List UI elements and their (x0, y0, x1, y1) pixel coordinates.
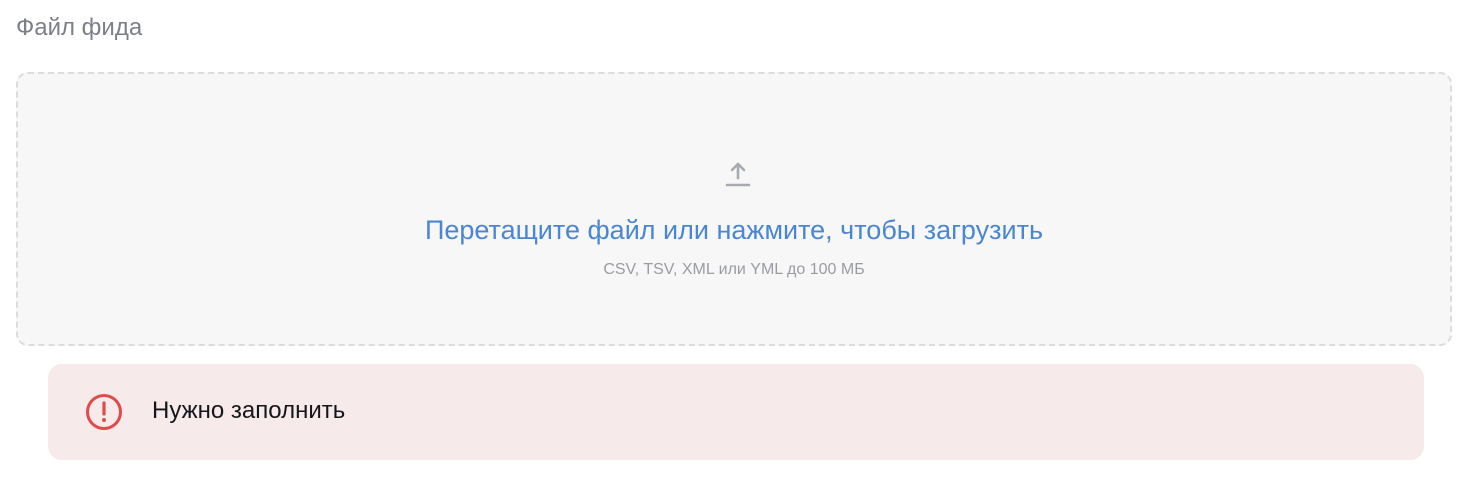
error-banner: Нужно заполнить (48, 364, 1424, 460)
file-dropzone[interactable]: Перетащите файл или нажмите, чтобы загру… (16, 72, 1452, 346)
dropzone-hint: CSV, TSV, XML или YML до 100 МБ (603, 261, 865, 278)
field-label: Файл фида (16, 14, 143, 41)
upload-icon (725, 162, 751, 187)
error-message: Нужно заполнить (152, 397, 346, 424)
exclamation-circle-icon (86, 394, 122, 430)
dropzone-title[interactable]: Перетащите файл или нажмите, чтобы загру… (18, 212, 1450, 248)
